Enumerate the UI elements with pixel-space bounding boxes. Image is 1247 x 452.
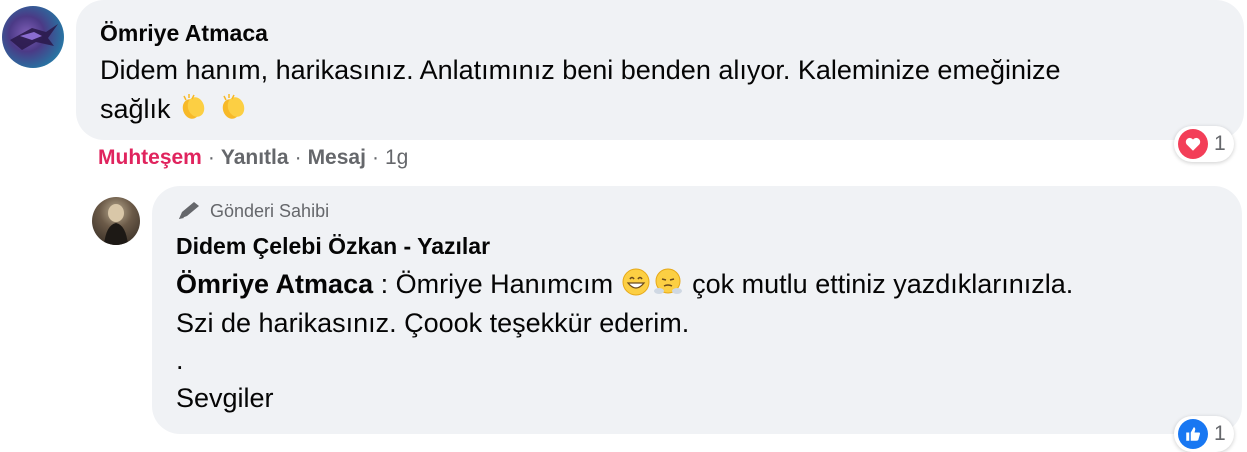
timestamp[interactable]: 1g	[385, 146, 408, 169]
mention-link[interactable]: Ömriye Atmaca	[176, 269, 373, 299]
comment-author[interactable]: Ömriye Atmaca	[100, 20, 268, 47]
comment-actions: Muhteşem · Yanıtla · Mesaj · 1g	[98, 146, 409, 169]
reply-author[interactable]: Didem Çelebi Özkan - Yazılar	[176, 233, 490, 260]
reaction-count-badge[interactable]: 1	[1174, 126, 1234, 162]
reply-reaction-count-badge[interactable]: 1	[1174, 416, 1234, 452]
avatar-artwork-icon	[10, 24, 58, 50]
love-reaction-icon	[1178, 129, 1208, 159]
face-with-steam-icon	[653, 268, 682, 294]
post-owner-label: Gönderi Sahibi	[210, 200, 330, 221]
message-button[interactable]: Mesaj	[308, 146, 366, 169]
reply-text-line: Ömriye Atmaca : Ömriye Hanımcım çok mutl…	[176, 264, 1073, 304]
reply-avatar[interactable]	[92, 197, 140, 245]
reply-text-line-4: Sevgiler	[176, 383, 274, 413]
avatar-photo-icon	[104, 204, 128, 245]
reaction-label[interactable]: Muhteşem	[98, 146, 202, 169]
comment-text-line-2: sağlık	[100, 89, 250, 129]
like-reaction-icon	[1178, 419, 1208, 449]
clapping-hands-icon	[182, 94, 205, 119]
pen-icon	[179, 202, 199, 219]
reply-text-continued: çok mutlu ettiniz yazdıklarınızla.	[684, 269, 1074, 299]
comment-text: sağlık	[100, 94, 171, 124]
post-owner-badge: Gönderi Sahibi	[176, 200, 329, 222]
reply-text: : Ömriye Hanımcım	[373, 269, 614, 299]
reply-reaction-count: 1	[1214, 422, 1226, 445]
clapping-hands-icon	[222, 94, 244, 119]
grinning-face-icon	[622, 268, 650, 296]
reply-text-line-2: Szi de harikasınız. Çoook teşekkür ederi…	[176, 308, 690, 338]
reply-button[interactable]: Yanıtla	[221, 146, 289, 169]
reaction-count: 1	[1214, 132, 1226, 155]
comment-text-line: Didem hanım, harikasınız. Anlatımınız be…	[100, 55, 1061, 85]
avatar[interactable]	[2, 6, 64, 68]
reply-text-line-3: .	[176, 345, 184, 375]
